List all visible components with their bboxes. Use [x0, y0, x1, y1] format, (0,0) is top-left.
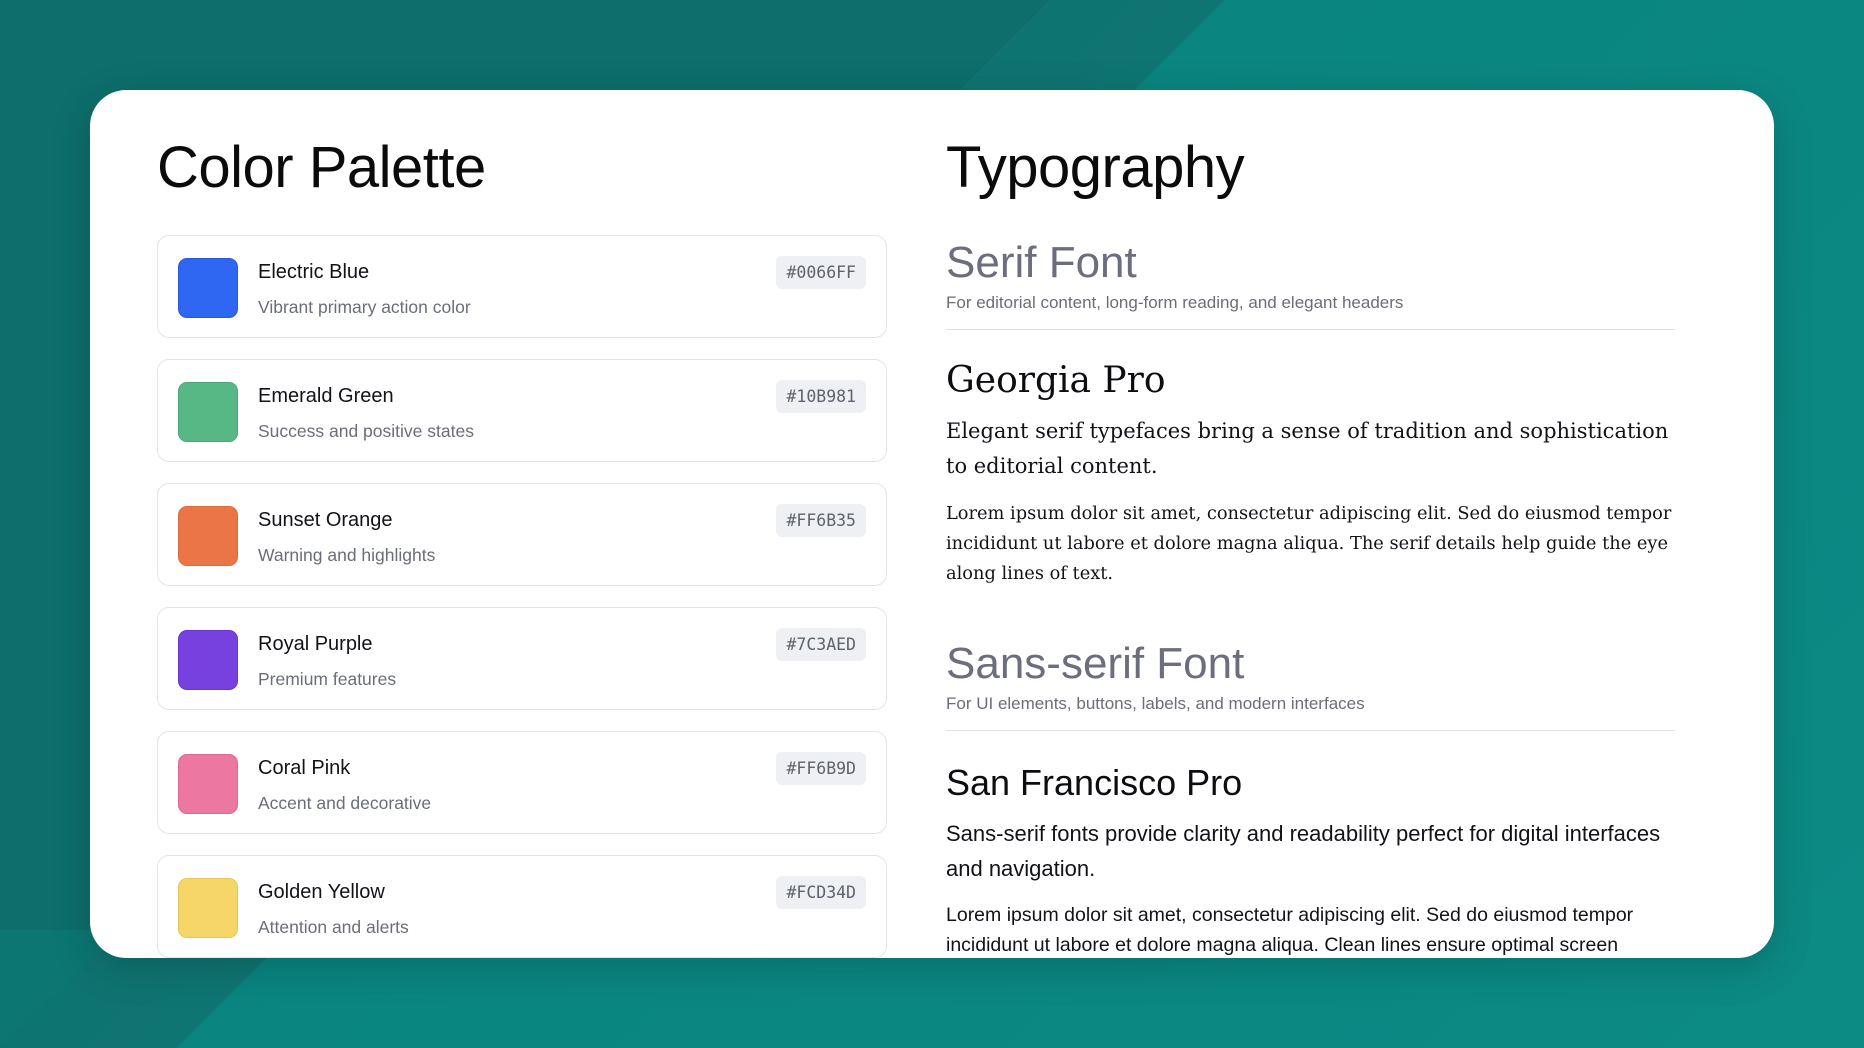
sans-divider: [946, 730, 1675, 731]
serif-lead-text: Elegant serif typefaces bring a sense of…: [946, 419, 1669, 478]
typography-title: Typography: [946, 135, 1245, 200]
serif-font-heading: Serif Font: [946, 238, 1137, 287]
color-swatch: [178, 258, 238, 318]
sans-font-heading: Sans-serif Font: [946, 639, 1245, 688]
color-swatch: [178, 630, 238, 690]
color-description: Accent and decorative: [258, 793, 432, 813]
color-item-electric-blue[interactable]: Electric Blue Vibrant primary action col…: [157, 235, 887, 338]
content-card: Color Palette Electric Blue Vibrant prim…: [90, 90, 1774, 958]
color-swatch: [178, 754, 238, 814]
serif-font-subtitle: For editorial content, long-form reading…: [946, 293, 1404, 312]
color-name: Golden Yellow: [258, 881, 385, 903]
hex-code-badge[interactable]: #10B981: [776, 380, 866, 413]
color-item-emerald-green[interactable]: Emerald Green Success and positive state…: [157, 359, 887, 462]
serif-body-text: Lorem ipsum dolor sit amet, consectetur …: [946, 503, 1672, 584]
color-description: Warning and highlights: [258, 545, 436, 565]
sans-font-subtitle: For UI elements, buttons, labels, and mo…: [946, 694, 1365, 713]
color-list: Electric Blue Vibrant primary action col…: [157, 235, 887, 958]
color-swatch: [178, 382, 238, 442]
typography-section: Typography Serif Font For editorial cont…: [946, 90, 1690, 958]
color-description: Attention and alerts: [258, 917, 409, 937]
color-palette-title: Color Palette: [157, 135, 486, 200]
hex-code-badge[interactable]: #0066FF: [776, 256, 866, 289]
color-swatch: [178, 878, 238, 938]
color-palette-section: Color Palette Electric Blue Vibrant prim…: [157, 90, 887, 958]
sans-font-name: San Francisco Pro: [946, 762, 1243, 803]
color-description: Premium features: [258, 669, 397, 689]
serif-font-name: Georgia Pro: [946, 360, 1166, 401]
hex-code-badge[interactable]: #FF6B9D: [776, 752, 866, 785]
color-swatch: [178, 506, 238, 566]
hex-code-badge[interactable]: #FF6B35: [776, 504, 866, 537]
color-item-coral-pink[interactable]: Coral Pink Accent and decorative #FF6B9D: [157, 731, 887, 834]
sans-body-text: Lorem ipsum dolor sit amet, consectetur …: [946, 904, 1634, 956]
color-item-sunset-orange[interactable]: Sunset Orange Warning and highlights #FF…: [157, 483, 887, 586]
color-name: Royal Purple: [258, 633, 373, 655]
color-description: Success and positive states: [258, 421, 474, 441]
hex-code-badge[interactable]: #7C3AED: [776, 628, 866, 661]
hex-code-badge[interactable]: #FCD34D: [776, 876, 866, 909]
color-name: Sunset Orange: [258, 509, 393, 531]
color-name: Electric Blue: [258, 261, 370, 283]
color-item-golden-yellow[interactable]: Golden Yellow Attention and alerts #FCD3…: [157, 855, 887, 958]
color-item-royal-purple[interactable]: Royal Purple Premium features #7C3AED: [157, 607, 887, 710]
color-name: Emerald Green: [258, 385, 394, 407]
serif-divider: [946, 329, 1675, 330]
color-description: Vibrant primary action color: [258, 297, 471, 317]
sans-lead-text: Sans-serif fonts provide clarity and rea…: [946, 821, 1661, 881]
color-name: Coral Pink: [258, 757, 351, 779]
